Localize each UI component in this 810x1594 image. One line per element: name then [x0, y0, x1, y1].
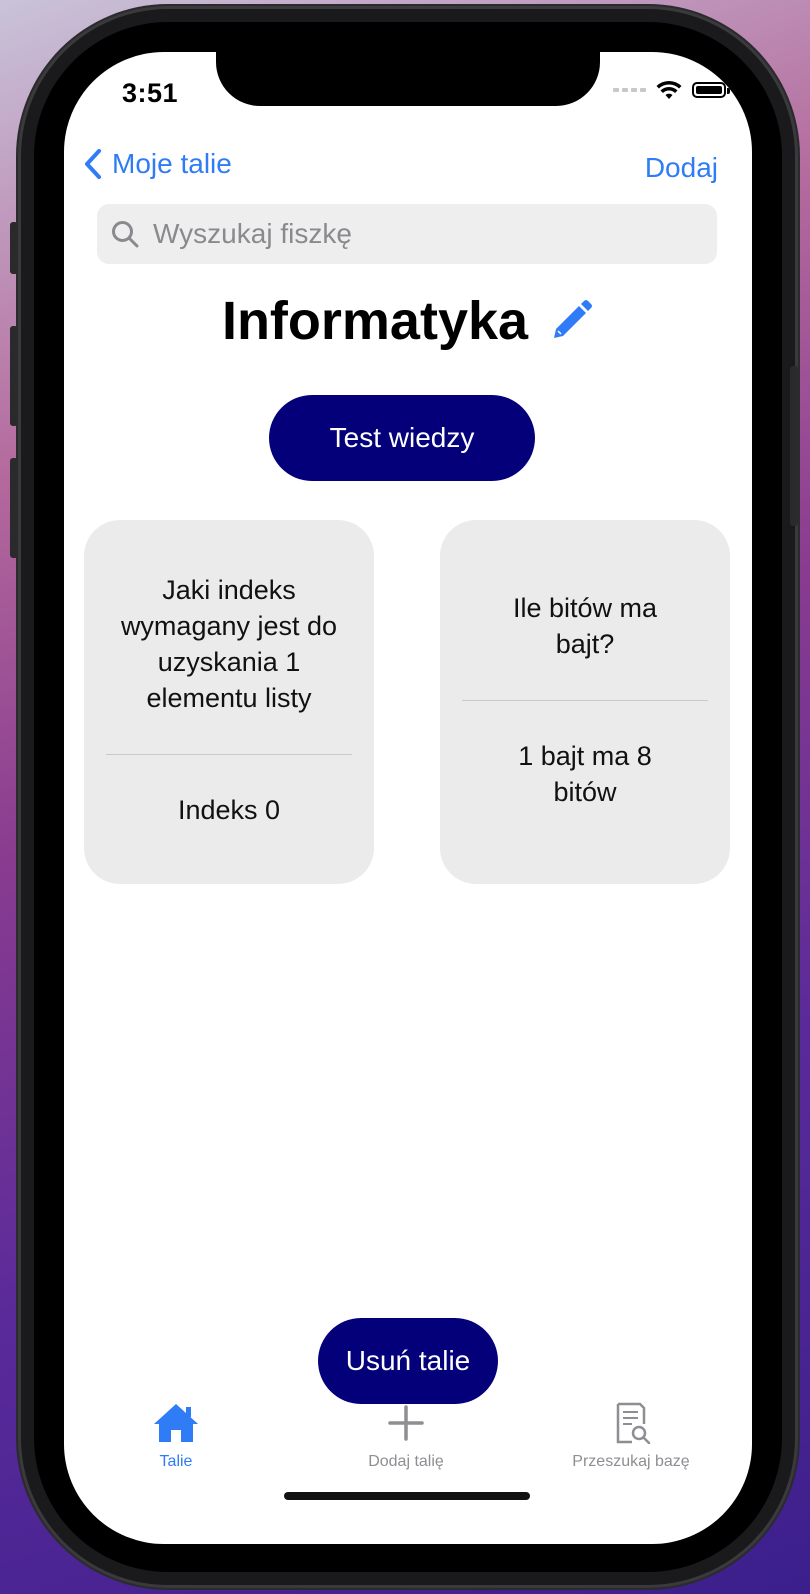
test-knowledge-button[interactable]: Test wiedzy: [269, 395, 535, 481]
back-label: Moje talie: [112, 148, 232, 179]
house-icon: [154, 1404, 198, 1442]
flashcard-divider: [462, 700, 708, 701]
back-button[interactable]: Moje talie: [84, 148, 232, 180]
tab-decks-label: Talie: [159, 1453, 193, 1470]
flashcard[interactable]: Ile bitów ma bajt? 1 bajt ma 8 bitów: [440, 520, 730, 884]
document-search-icon: [616, 1402, 651, 1445]
plus-icon: [388, 1405, 424, 1441]
tab-add-deck[interactable]: Dodaj talię: [316, 1402, 496, 1471]
power-button: [790, 366, 798, 526]
add-button[interactable]: Dodaj: [645, 152, 718, 184]
wifi-icon: [656, 80, 682, 99]
flashcard-question: Ile bitów ma bajt?: [512, 593, 658, 659]
pencil-icon[interactable]: [548, 298, 594, 344]
battery-icon: [692, 82, 730, 98]
flashcard-answer: 1 bajt ma 8 bitów: [518, 741, 652, 807]
screen: 3:51 Moje talie Dodaj Informatyka: [64, 52, 752, 1544]
deck-title: Informatyka: [221, 291, 529, 351]
tab-add-deck-label: Dodaj talię: [368, 1453, 444, 1470]
status-time: 3:51: [122, 78, 179, 108]
flashcard-answer: Indeks 0: [177, 795, 281, 825]
status-icons: [613, 80, 730, 100]
search-bar[interactable]: [97, 204, 717, 264]
tab-search-database[interactable]: Przeszukaj bazę: [541, 1402, 721, 1471]
search-icon: [112, 221, 139, 248]
delete-deck-button[interactable]: Usuń talie: [318, 1318, 498, 1404]
volume-up-button: [10, 326, 18, 426]
volume-down-button: [10, 458, 18, 558]
cellular-signal-icon: [613, 88, 646, 92]
tab-bar: Talie Dodaj talię Przeszukaj bazę: [64, 1402, 752, 1482]
title-row: Informatyka: [64, 290, 752, 352]
flashcard-question: Jaki indeks wymagany jest do uzyskania 1…: [120, 575, 338, 713]
tab-search-database-label: Przeszukaj bazę: [572, 1453, 690, 1470]
chevron-left-icon: [85, 149, 101, 179]
mute-switch: [10, 222, 18, 274]
home-indicator[interactable]: [284, 1492, 530, 1500]
flashcard[interactable]: Jaki indeks wymagany jest do uzyskania 1…: [84, 520, 374, 884]
notch: [216, 52, 600, 106]
search-input[interactable]: [151, 217, 695, 251]
tab-decks[interactable]: Talie: [86, 1402, 266, 1471]
flashcard-divider: [106, 754, 352, 755]
